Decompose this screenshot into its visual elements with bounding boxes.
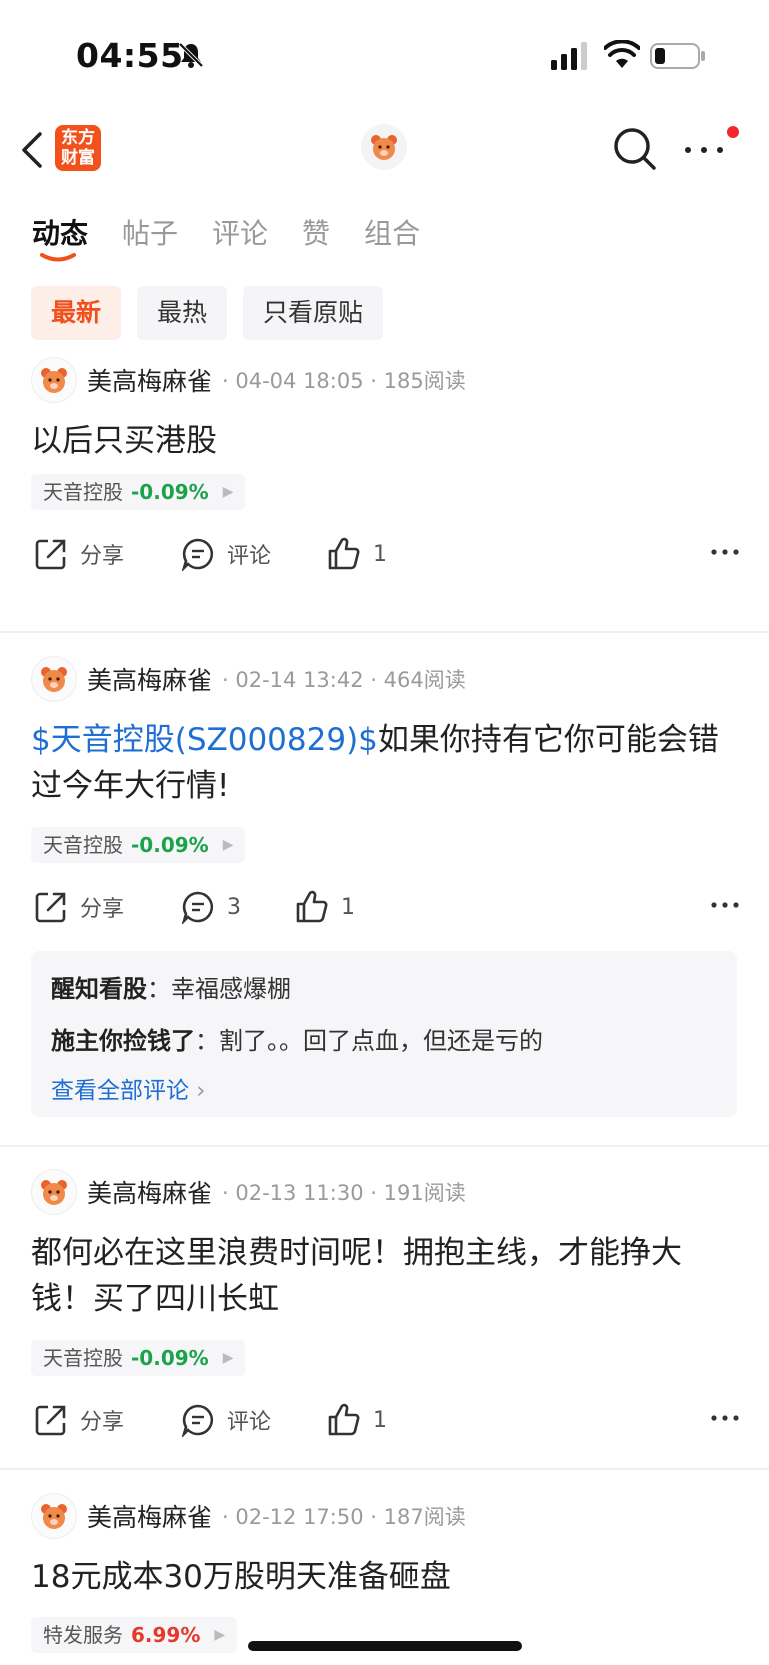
post-header: 美高梅麻雀 · 02-13 11:30 · 191阅读 — [31, 1168, 466, 1216]
filter-latest[interactable]: 最新 — [31, 286, 122, 340]
bell-off-icon — [178, 42, 204, 68]
comment-text: 割了。。回了点血，但还是亏的 — [219, 1027, 543, 1055]
post-text[interactable]: 都何必在这里浪费时间呢！拥抱主线，才能挣大钱！买了四川长虹 — [31, 1230, 741, 1322]
post-actions: 分享 评论 1 — [31, 534, 741, 574]
chevron-left-icon[interactable] — [18, 128, 48, 172]
comment-user[interactable]: 施主你捡钱了 — [51, 1027, 195, 1055]
divider — [0, 1145, 769, 1147]
wifi-icon — [604, 40, 640, 68]
post-meta: · 04-04 18:05 · 185阅读 — [222, 369, 466, 393]
bear-avatar-icon — [371, 135, 397, 160]
comment-icon — [181, 1404, 214, 1437]
share-icon — [35, 539, 66, 570]
author-name[interactable]: 美高梅麻雀 — [87, 362, 212, 398]
post-text[interactable]: 18元成本30万股明天准备砸盘 — [31, 1554, 741, 1600]
more-icon[interactable] — [709, 1402, 741, 1434]
search-icon[interactable] — [612, 126, 658, 172]
divider — [0, 631, 769, 633]
divider — [0, 1468, 769, 1470]
comment-item: 醒知看股：幸福感爆棚 — [51, 975, 291, 1003]
filter-original-only[interactable]: 只看原贴 — [243, 286, 384, 340]
share-button[interactable]: 分享 — [34, 887, 124, 927]
comment-user[interactable]: 醒知看股 — [51, 975, 147, 1003]
comment-item: 施主你捡钱了：割了。。回了点血，但还是亏的 — [51, 1027, 543, 1055]
share-icon — [35, 892, 66, 923]
triangle-right-icon: ▶ — [214, 1627, 226, 1643]
chevron-right-icon: › — [189, 1078, 206, 1104]
avatar[interactable] — [31, 656, 77, 702]
battery-icon — [650, 43, 705, 69]
tab-portfolio[interactable]: 组合 — [364, 212, 420, 262]
status-time: 04:55 — [76, 36, 184, 75]
tab-posts[interactable]: 帖子 — [122, 212, 178, 262]
post-card[interactable]: 美高梅麻雀 · 04-04 18:05 · 185阅读 以后只买港股 天音控股 … — [0, 356, 769, 596]
avatar[interactable] — [31, 1493, 77, 1539]
more-icon[interactable] — [682, 132, 726, 168]
view-all-comments-link[interactable]: 查看全部评论 › — [51, 1071, 206, 1105]
stock-link[interactable]: $天音控股(SZ000829)$ — [31, 722, 378, 758]
avatar[interactable] — [31, 1169, 77, 1215]
triangle-right-icon: ▶ — [222, 1350, 234, 1366]
signal-icon — [551, 42, 587, 70]
more-icon[interactable] — [709, 889, 741, 921]
comment-button[interactable]: 评论 — [181, 1400, 271, 1440]
like-icon — [296, 890, 328, 923]
comment-icon — [181, 891, 214, 924]
share-button[interactable]: 分享 — [34, 1400, 124, 1440]
more-icon[interactable] — [709, 536, 741, 568]
bear-avatar-icon — [41, 667, 67, 692]
bear-avatar-icon — [41, 368, 67, 393]
post-meta: · 02-14 13:42 · 464阅读 — [222, 668, 466, 692]
post-card[interactable]: 美高梅麻雀 · 02-12 17:50 · 187阅读 18元成本30万股明天准… — [0, 1492, 769, 1665]
profile-avatar[interactable] — [361, 124, 407, 170]
stock-tag[interactable]: 天音控股 -0.09% ▶ — [31, 1340, 246, 1376]
avatar[interactable] — [31, 357, 77, 403]
stock-tag[interactable]: 特发服务 6.99% ▶ — [31, 1617, 238, 1653]
post-text[interactable]: $天音控股(SZ000829)$如果你持有它你可能会错过今年大行情! — [31, 717, 741, 809]
post-card[interactable]: 美高梅麻雀 · 02-13 11:30 · 191阅读 都何必在这里浪费时间呢！… — [0, 1168, 769, 1438]
home-indicator[interactable] — [248, 1641, 522, 1651]
notification-dot — [727, 126, 739, 138]
post-header: 美高梅麻雀 · 02-14 13:42 · 464阅读 — [31, 655, 466, 703]
bear-avatar-icon — [41, 1180, 67, 1205]
like-button[interactable]: 1 — [327, 534, 387, 574]
post-header: 美高梅麻雀 · 04-04 18:05 · 185阅读 — [31, 356, 466, 404]
comment-icon — [181, 538, 214, 571]
comment-text: 幸福感爆棚 — [171, 975, 291, 1003]
post-card[interactable]: 美高梅麻雀 · 02-14 13:42 · 464阅读 $天音控股(SZ0008… — [0, 655, 769, 1125]
comment-button[interactable]: 评论 — [181, 534, 271, 574]
triangle-right-icon: ▶ — [222, 484, 234, 500]
filter-hottest[interactable]: 最热 — [137, 286, 228, 340]
profile-tabs: 动态 帖子 评论 赞 组合 — [32, 212, 454, 262]
author-name[interactable]: 美高梅麻雀 — [87, 661, 212, 697]
post-actions: 分享 3 1 — [31, 887, 741, 927]
triangle-right-icon: ▶ — [222, 837, 234, 853]
tab-active-indicator — [40, 253, 76, 262]
share-button[interactable]: 分享 — [34, 534, 124, 574]
tab-likes[interactable]: 赞 — [302, 212, 330, 262]
tab-comments[interactable]: 评论 — [212, 212, 268, 262]
stock-tag[interactable]: 天音控股 -0.09% ▶ — [31, 827, 246, 863]
like-icon — [328, 537, 360, 570]
post-meta: · 02-12 17:50 · 187阅读 — [222, 1505, 466, 1529]
like-icon — [328, 1403, 360, 1436]
app-logo[interactable]: 东方 财富 — [55, 125, 101, 171]
post-actions: 分享 评论 1 — [31, 1400, 741, 1440]
post-meta: · 02-13 11:30 · 191阅读 — [222, 1181, 466, 1205]
status-bar: 04:55 — [0, 0, 769, 110]
post-text[interactable]: 以后只买港股 — [31, 418, 741, 464]
author-name[interactable]: 美高梅麻雀 — [87, 1174, 212, 1210]
filter-chips: 最新 最热 只看原贴 — [31, 286, 399, 340]
post-header: 美高梅麻雀 · 02-12 17:50 · 187阅读 — [31, 1492, 466, 1540]
comment-button[interactable]: 3 — [181, 887, 241, 927]
stock-tag[interactable]: 天音控股 -0.09% ▶ — [31, 474, 246, 510]
like-button[interactable]: 1 — [327, 1400, 387, 1440]
comment-preview[interactable]: 醒知看股：幸福感爆棚 施主你捡钱了：割了。。回了点血，但还是亏的 查看全部评论 … — [31, 951, 737, 1117]
share-icon — [35, 1405, 66, 1436]
bear-avatar-icon — [41, 1504, 67, 1529]
nav-bar: 东方 财富 — [0, 110, 769, 190]
like-button[interactable]: 1 — [295, 887, 355, 927]
author-name[interactable]: 美高梅麻雀 — [87, 1498, 212, 1534]
